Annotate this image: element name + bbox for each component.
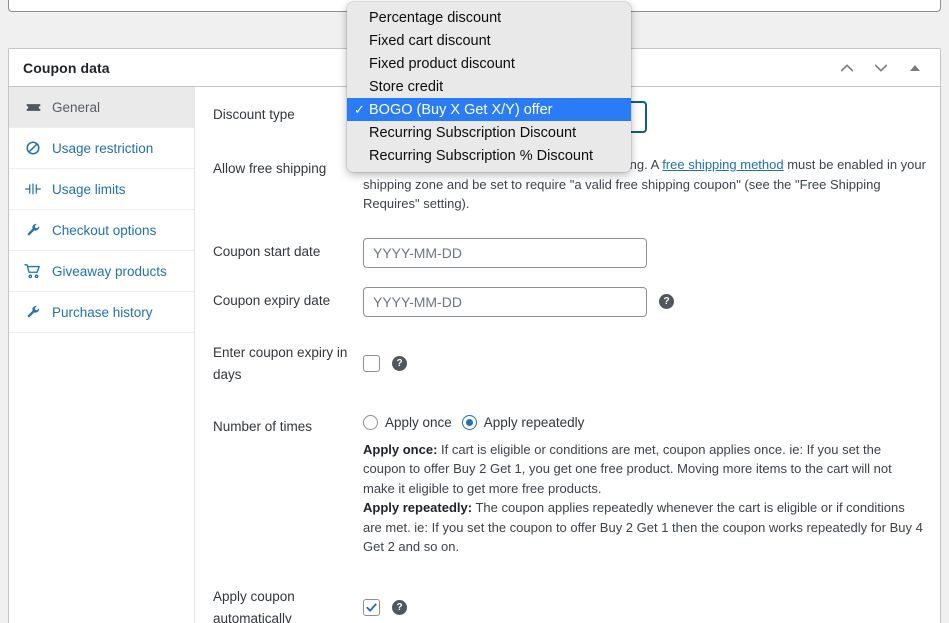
toggle-panel-icon[interactable] — [902, 55, 928, 81]
help-icon[interactable]: ? — [392, 356, 407, 371]
field-label: Number of times — [213, 418, 313, 434]
sidebar-item-checkout-options[interactable]: Checkout options — [9, 210, 194, 251]
field-number-of-times: Number of times Apply once Apply repeate… — [195, 413, 940, 557]
coupon-start-date-input[interactable] — [363, 237, 647, 268]
sidebar-item-general[interactable]: General — [9, 87, 194, 128]
expiry-in-days-checkbox[interactable] — [363, 355, 380, 372]
discount-type-dropdown[interactable]: Percentage discount Fixed cart discount … — [347, 2, 631, 172]
wrench-icon — [23, 304, 43, 320]
sidebar-item-usage-restriction[interactable]: Usage restriction — [9, 128, 194, 169]
cart-icon — [23, 263, 43, 279]
apply-automatically-checkbox[interactable] — [363, 599, 380, 616]
dropdown-option-label: Recurring Subscription % Discount — [369, 147, 594, 164]
sidebar-item-purchase-history[interactable]: Purchase history — [9, 292, 194, 333]
panel-actions — [834, 55, 928, 81]
dropdown-option[interactable]: Fixed product discount — [347, 52, 631, 75]
screen: Coupon data General Usage restriction Us… — [0, 0, 949, 623]
apply-repeatedly-desc-title: Apply repeatedly: — [363, 500, 473, 515]
coupon-data-sidebar: General Usage restriction Usage limits C… — [9, 87, 195, 623]
field-label: Allow free shipping — [213, 161, 327, 176]
help-icon[interactable]: ? — [659, 294, 674, 309]
dropdown-option-label: Percentage discount — [369, 9, 502, 26]
free-shipping-method-link[interactable]: free shipping method — [662, 157, 783, 172]
help-icon[interactable]: ? — [392, 600, 407, 615]
field-apply-automatically: Apply coupon automatically ? — [195, 583, 940, 623]
move-up-icon[interactable] — [834, 55, 860, 81]
ban-icon — [23, 140, 43, 156]
field-label: Coupon expiry date — [213, 292, 331, 308]
field-expiry-in-days: Enter coupon expiry in days ? — [195, 339, 940, 386]
field-label: Discount type — [213, 107, 295, 122]
field-label: Coupon start date — [213, 243, 321, 259]
dropdown-option-label: BOGO (Buy X Get X/Y) offer — [369, 101, 553, 118]
coupon-expiry-date-input[interactable] — [363, 286, 647, 317]
dropdown-option[interactable]: Fixed cart discount — [347, 29, 631, 52]
check-icon: ✓ — [354, 102, 365, 117]
sidebar-item-label: Purchase history — [52, 304, 153, 320]
sidebar-item-label: Usage restriction — [52, 140, 154, 156]
wrench-icon — [23, 222, 43, 238]
sidebar-item-label: Usage limits — [52, 181, 126, 197]
sidebar-item-usage-limits[interactable]: Usage limits — [9, 169, 194, 210]
dropdown-option[interactable]: Recurring Subscription % Discount — [347, 144, 631, 167]
number-of-times-description: Apply once: If cart is eligible or condi… — [363, 440, 926, 557]
field-coupon-start-date: Coupon start date — [195, 237, 940, 268]
ticket-icon — [23, 99, 43, 116]
sidebar-item-giveaway-products[interactable]: Giveaway products — [9, 251, 194, 292]
field-label: Apply coupon automatically — [213, 588, 295, 623]
apply-repeatedly-label: Apply repeatedly — [483, 414, 585, 430]
field-coupon-expiry-date: Coupon expiry date ? — [195, 286, 940, 317]
move-down-icon[interactable] — [868, 55, 894, 81]
dropdown-option-label: Fixed product discount — [369, 55, 515, 72]
apply-repeatedly-radio[interactable] — [461, 414, 477, 430]
dropdown-option[interactable]: Store credit — [347, 75, 631, 98]
number-of-times-radio-group: Apply once Apply repeatedly — [363, 413, 926, 430]
apply-once-label: Apply once — [385, 414, 452, 430]
sidebar-item-label: Checkout options — [52, 222, 157, 238]
apply-once-desc-title: Apply once: — [363, 441, 438, 457]
dropdown-option-label: Fixed cart discount — [369, 32, 491, 49]
limits-icon — [23, 181, 43, 197]
dropdown-option-label: Recurring Subscription Discount — [369, 124, 577, 141]
dropdown-option[interactable]: Recurring Subscription Discount — [347, 121, 631, 144]
dropdown-option-label: Store credit — [369, 78, 444, 95]
apply-once-radio[interactable] — [363, 414, 378, 430]
sidebar-item-label: General — [52, 99, 101, 115]
apply-once-desc-body: If cart is eligible or conditions are me… — [363, 441, 892, 496]
sidebar-item-label: Giveaway products — [52, 263, 167, 279]
dropdown-option[interactable]: Percentage discount — [347, 6, 631, 29]
page-title: Coupon data — [23, 59, 110, 76]
field-label: Enter coupon expiry in days — [213, 344, 348, 382]
dropdown-option-selected[interactable]: ✓ BOGO (Buy X Get X/Y) offer — [347, 98, 631, 121]
